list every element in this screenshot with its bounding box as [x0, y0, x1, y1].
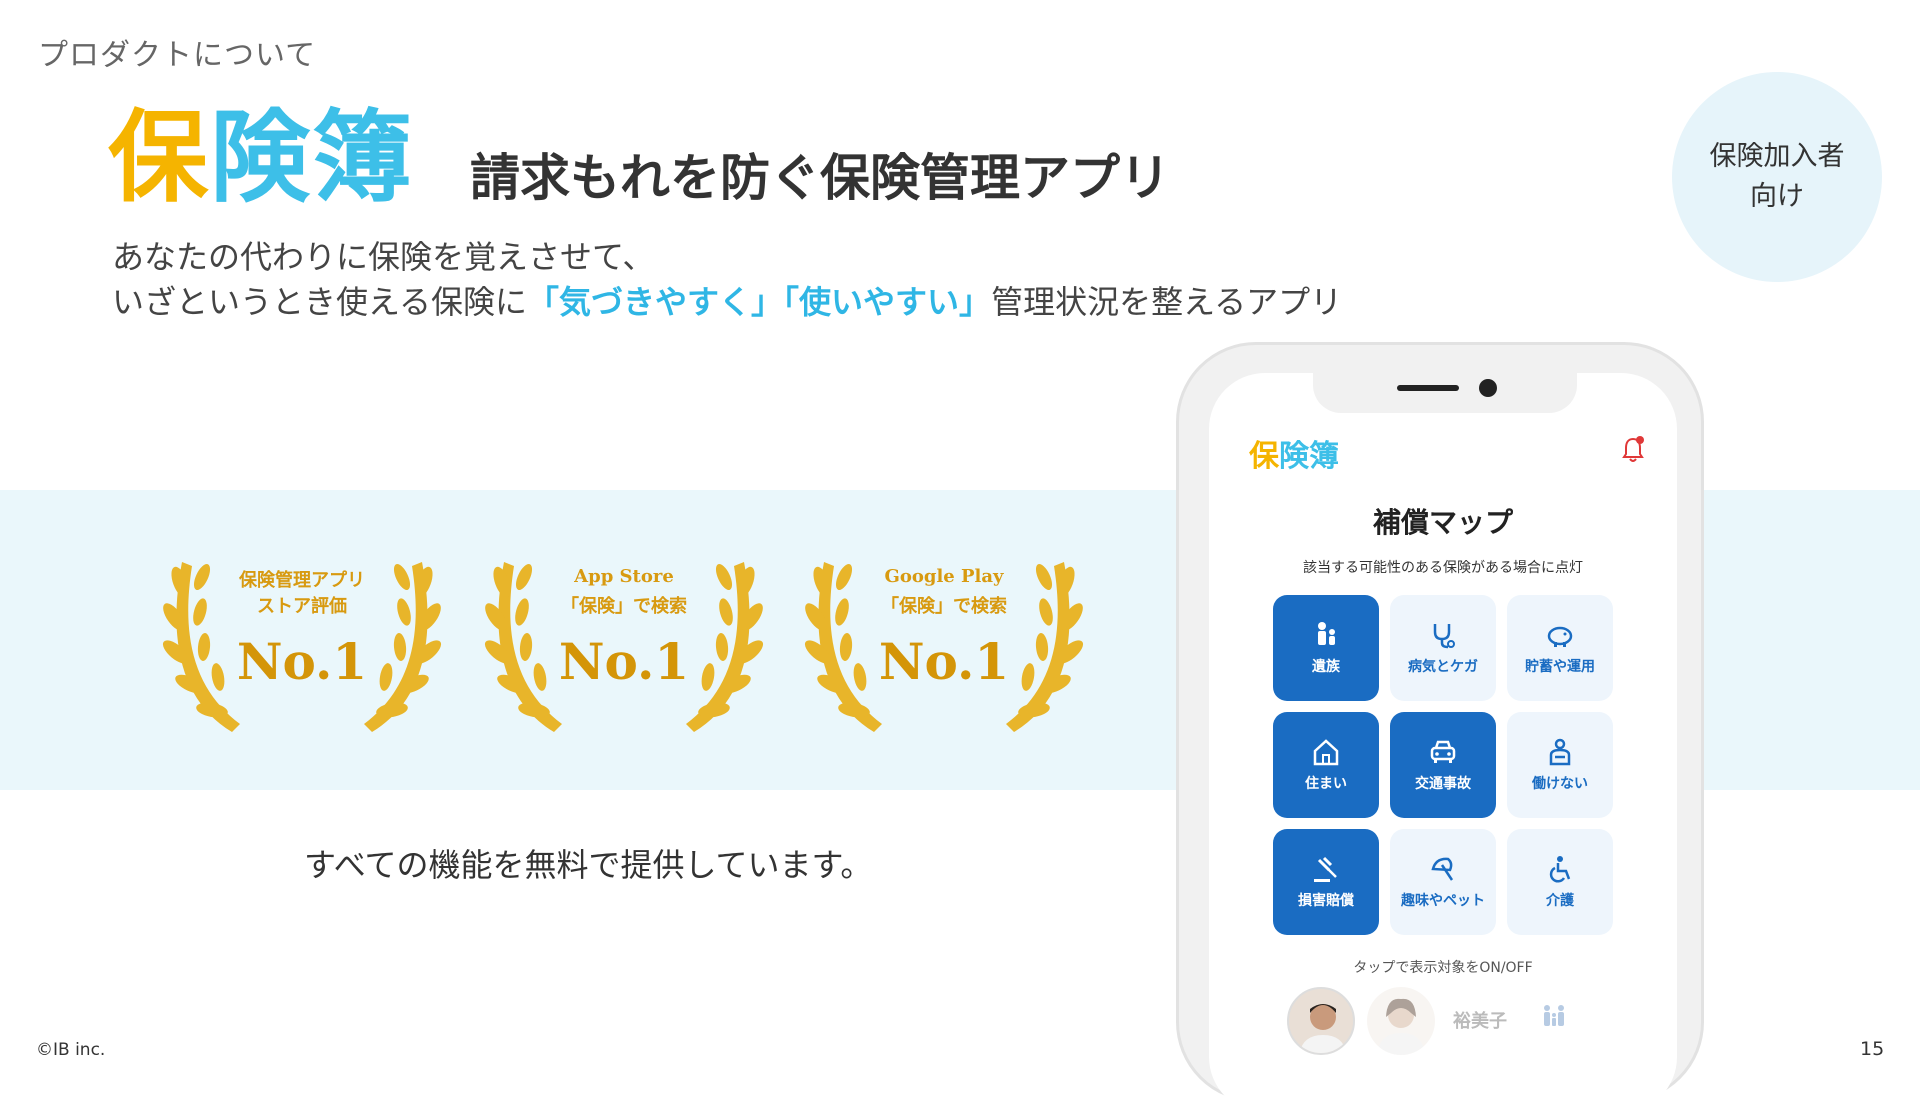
lead-line2-prefix: いざというとき使える保険に — [112, 283, 528, 321]
tile-label: 病気とケガ — [1408, 659, 1478, 675]
tap-note: タップで表示対象をON/OFF — [1353, 960, 1533, 976]
screen-title: 補償マップ — [1372, 506, 1513, 539]
target-badge: 保険加入者 向け — [1672, 72, 1882, 282]
tile-housing[interactable]: 住まい — [1273, 712, 1379, 818]
logo-part2: 険簿 — [210, 99, 414, 216]
award-store-rating: 保険管理アプリ ストア評価 No.1 — [162, 542, 442, 742]
tile-label: 住まい — [1305, 776, 1347, 792]
tile-illness-injury[interactable]: 病気とケガ — [1390, 595, 1496, 701]
house-icon — [1313, 739, 1339, 766]
phone-notch — [1313, 373, 1577, 413]
award-line2: 「保険」で検索 — [561, 596, 687, 617]
copyright: ©IB inc. — [36, 1040, 106, 1060]
app-logo: 保険簿 — [108, 108, 414, 208]
page-number: 15 — [1860, 1038, 1885, 1060]
lead-line2-highlight: 「気づきやすく」「使いやすい」 — [527, 283, 992, 321]
award-rank: No.1 — [878, 632, 1010, 691]
award-rank: No.1 — [236, 632, 368, 691]
award-app-store: App Store 「保険」で検索 No.1 — [484, 542, 764, 742]
member-name[interactable]: 裕美子 — [1453, 1007, 1507, 1033]
lead-line2-suffix: 管理状況を整えるアプリ — [991, 283, 1343, 321]
tagline: 請求もれを防ぐ保険管理アプリ — [470, 149, 1170, 207]
tile-hobby-pet[interactable]: 趣味やペット — [1390, 829, 1496, 935]
screen-subtitle: 該当する可能性のある保険がある場合に点灯 — [1303, 560, 1583, 576]
award-line1: Google Play — [884, 566, 1004, 587]
tile-label: 趣味やペット — [1401, 893, 1485, 909]
wheelchair-icon — [1549, 856, 1571, 883]
award-rank: No.1 — [558, 632, 690, 691]
phone-logo-part1: 保 — [1249, 439, 1279, 474]
section-label: プロダクトについて — [38, 38, 317, 73]
award-line1: 保険管理アプリ — [239, 570, 365, 591]
award-line2: ストア評価 — [257, 596, 347, 617]
lead-line1: あなたの代わりに保険を覚えさせて、 — [112, 238, 655, 276]
tile-traffic-accident[interactable]: 交通事故 — [1390, 712, 1496, 818]
tile-label: 介護 — [1546, 893, 1574, 909]
logo-part1: 保 — [108, 99, 210, 216]
tile-bereaved[interactable]: 遺族 — [1273, 595, 1379, 701]
avatar-member-1[interactable] — [1287, 987, 1355, 1055]
tile-savings[interactable]: 貯蓄や運用 — [1507, 595, 1613, 701]
target-badge-line1: 保険加入者 — [1709, 141, 1845, 172]
gavel-icon — [1314, 856, 1337, 882]
family-icon[interactable] — [1539, 1001, 1569, 1031]
umbrella-icon — [1431, 857, 1454, 881]
person-photo-icon — [1299, 1004, 1347, 1053]
phone-logo-part2: 険簿 — [1279, 439, 1339, 474]
target-badge-line2: 向け — [1750, 181, 1804, 212]
free-features-text: すべての機能を無料で提供しています。 — [304, 846, 873, 884]
tile-label: 貯蓄や運用 — [1525, 659, 1595, 675]
phone-mockup: 保険簿 補償マップ 該当する可能性のある保険がある場合に点灯 遺族 病気とケガ … — [1176, 342, 1704, 1113]
lead-line2: いざというとき使える保険に「気づきやすく」「使いやすい」管理状況を整えるアプリ — [112, 277, 1342, 323]
tile-liability[interactable]: 損害賠償 — [1273, 829, 1379, 935]
camera-icon — [1479, 379, 1497, 397]
piggy-bank-icon — [1547, 626, 1573, 647]
tile-label: 働けない — [1532, 776, 1588, 792]
tile-nursing-care[interactable]: 介護 — [1507, 829, 1613, 935]
phone-screen: 保険簿 補償マップ 該当する可能性のある保険がある場合に点灯 遺族 病気とケガ … — [1209, 373, 1677, 1113]
tile-label: 損害賠償 — [1298, 893, 1354, 909]
award-line2: 「保険」で検索 — [881, 596, 1007, 617]
car-icon — [1430, 740, 1456, 763]
tile-label: 遺族 — [1312, 659, 1340, 675]
phone-app-logo: 保険簿 — [1249, 431, 1339, 475]
speaker-icon — [1397, 385, 1459, 391]
tile-unable-to-work[interactable]: 働けない — [1507, 712, 1613, 818]
award-line1: App Store — [574, 566, 674, 587]
bell-icon[interactable] — [1621, 435, 1645, 463]
avatar-member-2[interactable] — [1367, 987, 1435, 1055]
award-google-play: Google Play 「保険」で検索 No.1 — [804, 542, 1084, 742]
injured-person-icon — [1549, 738, 1571, 766]
tile-label: 交通事故 — [1415, 776, 1471, 792]
stethoscope-icon — [1433, 624, 1455, 649]
family-person-icon — [1318, 622, 1335, 645]
person-photo-icon — [1377, 998, 1425, 1055]
